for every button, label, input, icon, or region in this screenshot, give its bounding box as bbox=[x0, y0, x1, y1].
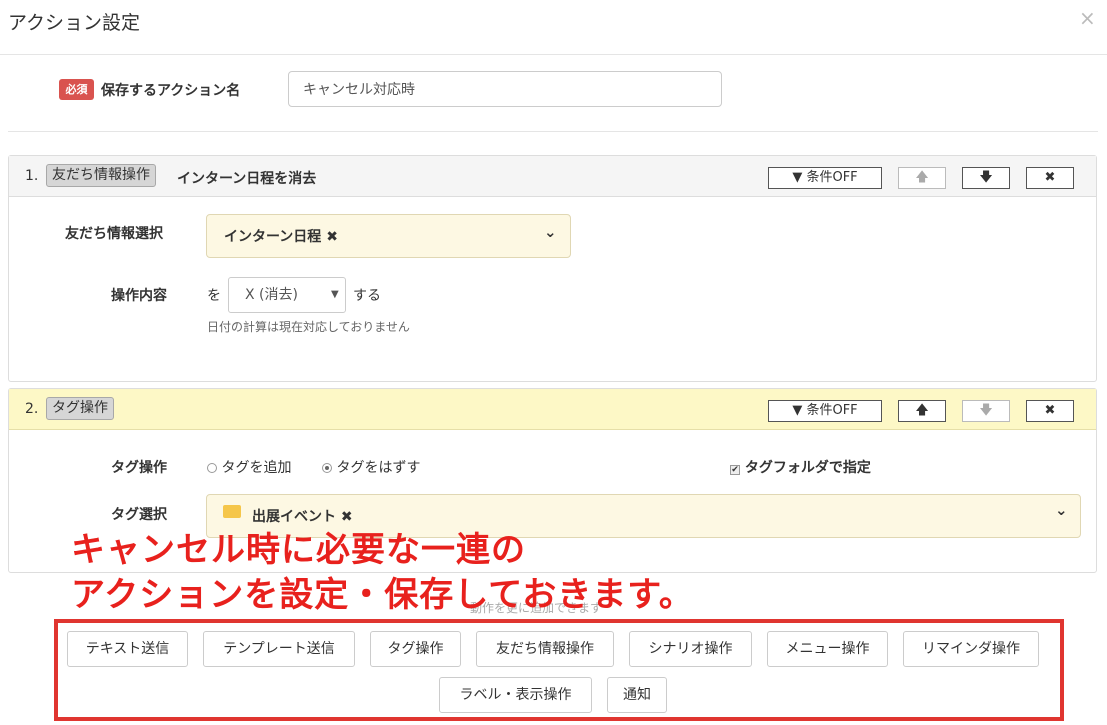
action-name-label: 保存するアクション名 bbox=[101, 83, 241, 99]
action-step-1: 1. 友だち情報操作 インターン日程を消去 ▼ 条件OFF 🡅 🡇 ✖ bbox=[8, 155, 1097, 382]
condition-off-button[interactable]: ▼ 条件OFF bbox=[768, 400, 882, 422]
add-label-display-button[interactable]: ラベル・表示操作 bbox=[439, 677, 592, 713]
arrow-down-icon: 🡇 bbox=[979, 170, 993, 185]
radio-selected-icon[interactable] bbox=[322, 463, 332, 473]
checkbox-checked-icon[interactable]: ✔ bbox=[730, 465, 740, 475]
filter-icon: ▼ bbox=[792, 170, 803, 185]
remove-icon[interactable]: ✖ bbox=[326, 229, 338, 245]
operation-suffix: する bbox=[353, 288, 381, 304]
tag-select-label: タグ選択 bbox=[111, 507, 167, 523]
operation-label: 操作内容 bbox=[111, 288, 167, 304]
move-up-button[interactable]: 🡅 bbox=[898, 400, 946, 422]
operation-note: 日付の計算は現在対応しておりません bbox=[207, 320, 410, 334]
arrow-down-icon: 🡇 bbox=[979, 403, 993, 418]
add-text-button[interactable]: テキスト送信 bbox=[67, 631, 188, 667]
selected-chip: インターン日程 ✖ bbox=[224, 229, 338, 245]
add-tag-operation-button[interactable]: タグ操作 bbox=[370, 631, 461, 667]
overlay-caption-line1: キャンセル時に必要な一連の bbox=[71, 530, 526, 570]
add-reminder-button[interactable]: リマインダ操作 bbox=[903, 631, 1039, 667]
folder-icon bbox=[223, 505, 241, 518]
step-title: インターン日程を消去 bbox=[177, 171, 317, 187]
move-down-button[interactable]: 🡇 bbox=[962, 400, 1010, 422]
move-down-button[interactable]: 🡇 bbox=[962, 167, 1010, 189]
arrow-up-icon: 🡅 bbox=[915, 170, 929, 185]
add-menu-button[interactable]: メニュー操作 bbox=[767, 631, 888, 667]
delete-step-button[interactable]: ✖ bbox=[1026, 167, 1074, 189]
delete-step-button[interactable]: ✖ bbox=[1026, 400, 1074, 422]
close-icon: ✖ bbox=[1044, 170, 1056, 185]
radio-icon[interactable] bbox=[207, 463, 217, 473]
friend-info-select-label: 友だち情報選択 bbox=[65, 226, 163, 242]
step-type-tag: 友だち情報操作 bbox=[46, 164, 156, 187]
chevron-down-icon: ⌄ bbox=[544, 223, 557, 241]
step-type-tag: タグ操作 bbox=[46, 397, 114, 420]
arrow-up-icon: 🡅 bbox=[915, 403, 929, 418]
add-friend-info-button[interactable]: 友だち情報操作 bbox=[476, 631, 614, 667]
required-badge: 必須 bbox=[59, 79, 94, 100]
add-notification-button[interactable]: 通知 bbox=[607, 677, 667, 713]
add-scenario-button[interactable]: シナリオ操作 bbox=[629, 631, 752, 667]
operation-prefix: を bbox=[207, 288, 221, 304]
radio-remove-tag[interactable]: タグをはずす bbox=[322, 457, 420, 477]
close-icon[interactable]: × bbox=[1079, 6, 1096, 30]
radio-add-tag[interactable]: タグを追加 bbox=[207, 457, 291, 477]
divider bbox=[8, 131, 1098, 132]
chevron-down-icon: ⌄ bbox=[1055, 501, 1068, 519]
condition-off-button[interactable]: ▼ 条件OFF bbox=[768, 167, 882, 189]
operation-select[interactable]: X (消去) ▼ bbox=[228, 277, 346, 313]
step-1-header: 1. 友だち情報操作 インターン日程を消去 ▼ 条件OFF 🡅 🡇 ✖ bbox=[9, 156, 1096, 197]
step-number: 1. bbox=[25, 168, 39, 184]
tag-operation-label: タグ操作 bbox=[111, 460, 167, 476]
tag-folder-checkbox[interactable]: ✔ タグフォルダで指定 bbox=[730, 457, 871, 477]
overlay-caption-line2: アクションを設定・保存しておきます。 bbox=[71, 575, 694, 615]
dialog-title: アクション設定 bbox=[8, 12, 141, 34]
add-template-button[interactable]: テンプレート送信 bbox=[203, 631, 355, 667]
dropdown-arrow-icon: ▼ bbox=[331, 289, 339, 300]
filter-icon: ▼ bbox=[792, 403, 803, 418]
friend-info-select[interactable]: インターン日程 ✖ ⌄ bbox=[206, 214, 571, 258]
move-up-button[interactable]: 🡅 bbox=[898, 167, 946, 189]
step-2-header: 2. タグ操作 ▼ 条件OFF 🡅 🡇 ✖ bbox=[9, 389, 1096, 430]
step-number: 2. bbox=[25, 401, 39, 417]
action-name-input[interactable]: キャンセル対応時 bbox=[288, 71, 722, 107]
divider bbox=[0, 54, 1107, 55]
close-icon: ✖ bbox=[1044, 403, 1056, 418]
